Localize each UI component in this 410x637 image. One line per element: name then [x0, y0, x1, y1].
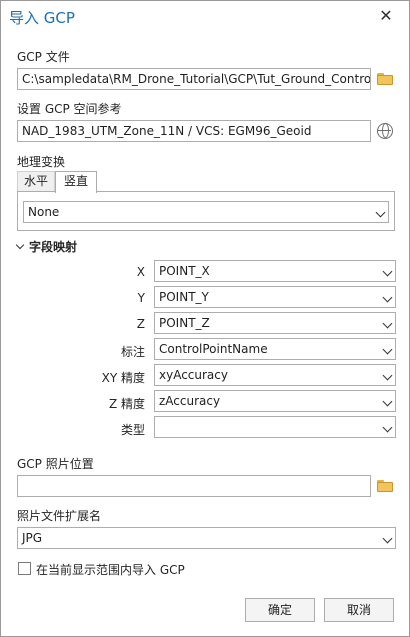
chevron-down-icon	[382, 318, 393, 329]
photo-ext-value: JPG	[22, 531, 43, 545]
folder-icon[interactable]	[377, 73, 393, 85]
photo-location-label: GCP 照片位置	[17, 457, 94, 471]
photo-location-input[interactable]	[17, 475, 371, 497]
field-select-z[interactable]: POINT_Z	[154, 312, 396, 334]
chevron-down-icon	[382, 344, 393, 355]
field-label-y: Y	[137, 291, 145, 305]
field-label-z-accuracy: Z 精度	[108, 397, 145, 411]
field-select-value: ControlPointName	[159, 342, 268, 356]
ok-button[interactable]: 确定	[245, 598, 315, 622]
field-label-xy-accuracy: XY 精度	[101, 371, 145, 385]
chevron-down-icon	[382, 292, 393, 303]
title-bar: 导入 GCP ✕	[1, 1, 409, 33]
import-extent-checkbox[interactable]	[18, 562, 31, 575]
spatial-ref-label: 设置 GCP 空间参考	[17, 102, 122, 116]
field-select-x[interactable]: POINT_X	[154, 260, 396, 282]
field-label-z: Z	[136, 317, 145, 331]
geo-transform-select[interactable]: None	[23, 201, 389, 223]
field-select-value: POINT_Z	[159, 316, 210, 330]
photo-ext-label: 照片文件扩展名	[17, 509, 102, 523]
import-gcp-dialog: 导入 GCP ✕ GCP 文件 C:\sampledata\RM_Drone_T…	[0, 0, 410, 637]
field-select-xy-accuracy[interactable]: xyAccuracy	[154, 364, 396, 386]
gcp-file-input[interactable]: C:\sampledata\RM_Drone_Tutorial\GCP\Tut_…	[17, 68, 371, 90]
dialog-title: 导入 GCP	[9, 9, 75, 27]
tab-horizontal[interactable]: 水平	[17, 171, 55, 192]
gcp-file-label: GCP 文件	[17, 50, 70, 64]
chevron-down-icon	[15, 240, 25, 250]
geo-transform-label: 地理变换	[17, 155, 66, 169]
spatial-ref-input[interactable]: NAD_1983_UTM_Zone_11N / VCS: EGM96_Geoid	[17, 120, 371, 142]
field-select-y[interactable]: POINT_Y	[154, 286, 396, 308]
field-select-value: xyAccuracy	[159, 368, 228, 382]
field-label-x: X	[136, 265, 145, 279]
chevron-down-icon	[382, 422, 393, 433]
field-mapping-title: 字段映射	[29, 240, 78, 254]
chevron-down-icon	[382, 370, 393, 381]
chevron-down-icon	[382, 266, 393, 277]
geo-transform-select-value: None	[28, 205, 60, 219]
field-select-type[interactable]	[154, 416, 396, 438]
folder-icon[interactable]	[377, 480, 393, 492]
field-select-label[interactable]: ControlPointName	[154, 338, 396, 360]
chevron-down-icon	[382, 396, 393, 407]
chevron-down-icon	[382, 533, 393, 544]
chevron-down-icon	[375, 207, 386, 218]
field-select-value: POINT_Y	[159, 290, 209, 304]
field-label-label: 标注	[120, 345, 145, 359]
field-select-z-accuracy[interactable]: zAccuracy	[154, 390, 396, 412]
field-mapping-header[interactable]: 字段映射	[15, 238, 78, 255]
globe-icon[interactable]	[377, 123, 393, 139]
close-icon[interactable]: ✕	[377, 7, 395, 25]
photo-ext-select[interactable]: JPG	[17, 527, 396, 549]
tab-vertical[interactable]: 竖直	[55, 171, 97, 193]
field-select-value: zAccuracy	[159, 394, 221, 408]
field-label-type: 类型	[120, 423, 145, 437]
import-extent-label: 在当前显示范围内导入 GCP	[36, 563, 185, 577]
field-select-value: POINT_X	[159, 264, 210, 278]
geo-transform-panel: None	[17, 191, 395, 231]
cancel-button[interactable]: 取消	[324, 598, 394, 622]
